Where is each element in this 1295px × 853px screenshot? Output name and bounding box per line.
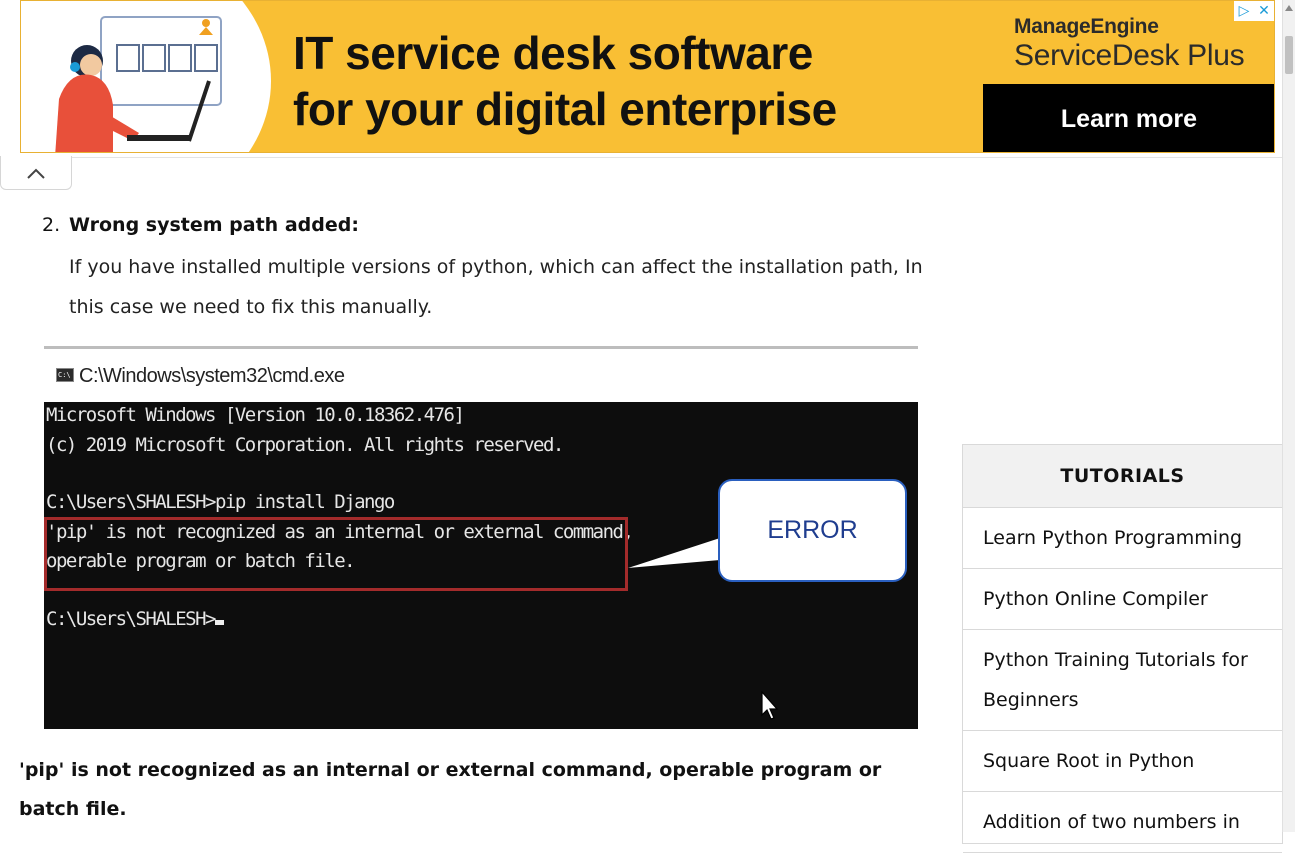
ad-illustration xyxy=(55,16,222,152)
cmd-screenshot: C:\ C:\Windows\system32\cmd.exe Microsof… xyxy=(44,346,918,729)
ad-brand-top: ManageEngine xyxy=(1014,15,1244,39)
scroll-up-arrow[interactable] xyxy=(1283,0,1295,16)
triangle-up-icon xyxy=(1285,5,1293,11)
divider xyxy=(72,157,1282,158)
ad-brand: ManageEngine ServiceDesk Plus xyxy=(1014,15,1245,73)
chevron-up-icon xyxy=(27,168,45,179)
adchoices-icon[interactable]: ▷ xyxy=(1234,1,1254,21)
sidebar-link[interactable]: Addition of two numbers in xyxy=(963,792,1282,853)
sidebar-link[interactable]: Python Training Tutorials for Beginners xyxy=(963,630,1282,731)
caption-heading: 'pip' is not recognized as an internal o… xyxy=(19,759,882,820)
sidebar-title: TUTORIALS xyxy=(963,445,1282,508)
list-item-number: 2. xyxy=(42,214,61,236)
ad-controls: ▷ ✕ xyxy=(1234,1,1274,21)
scrollbar[interactable] xyxy=(1282,0,1295,832)
scroll-thumb[interactable] xyxy=(1285,36,1293,74)
sidebar-link[interactable]: Python Online Compiler xyxy=(963,569,1282,630)
learn-more-button[interactable]: Learn more xyxy=(983,84,1274,152)
ad-headline-line1: IT service desk software xyxy=(293,27,813,79)
ad-headline-line2: for your digital enterprise xyxy=(293,83,837,135)
ad-headline: IT service desk software for your digita… xyxy=(293,25,837,137)
item-heading: Wrong system path added: xyxy=(69,214,359,236)
sidebar-link[interactable]: Learn Python Programming xyxy=(963,508,1282,569)
close-icon[interactable]: ✕ xyxy=(1254,1,1274,21)
ad-brand-top-text: ManageEngine xyxy=(1014,15,1159,38)
sidebar-link[interactable]: Square Root in Python xyxy=(963,731,1282,792)
item-description: If you have installed multiple versions … xyxy=(69,256,923,318)
mouse-pointer-icon xyxy=(761,691,779,720)
ad-banner[interactable]: IT service desk software for your digita… xyxy=(20,0,1275,153)
tutorials-sidebar: TUTORIALS Learn Python Programming Pytho… xyxy=(962,444,1283,853)
collapse-ad-button[interactable] xyxy=(0,156,72,190)
error-callout: ERROR xyxy=(718,479,907,582)
ad-brand-bottom: ServiceDesk Plus xyxy=(1014,39,1245,72)
